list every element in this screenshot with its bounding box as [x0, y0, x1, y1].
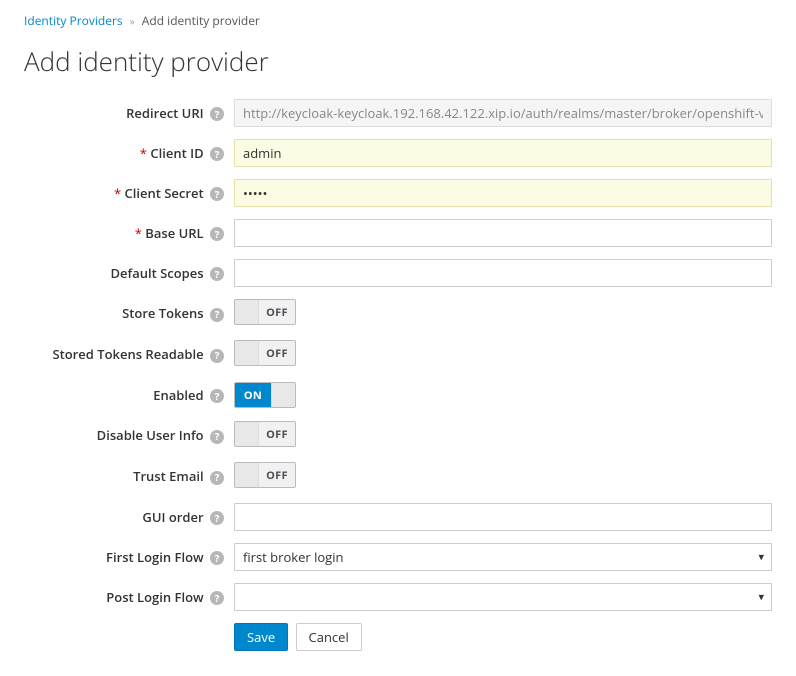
- help-icon[interactable]: ?: [210, 308, 224, 322]
- base-url-label: * Base URL ?: [24, 225, 234, 242]
- client-id-label: * Client ID ?: [24, 145, 234, 162]
- toggle-handle: [235, 300, 259, 324]
- client-secret-label: * Client Secret ?: [24, 185, 234, 202]
- trust-email-label: Trust Email ?: [24, 468, 234, 485]
- help-icon[interactable]: ?: [210, 511, 224, 525]
- save-button[interactable]: Save: [234, 623, 288, 651]
- help-icon[interactable]: ?: [210, 187, 224, 201]
- identity-provider-form: Redirect URI ? * Client ID ? * Client Se…: [24, 99, 772, 651]
- toggle-label: OFF: [259, 422, 295, 446]
- page-title: Add identity provider: [24, 43, 772, 79]
- base-url-field[interactable]: [234, 219, 772, 247]
- redirect-uri-label: Redirect URI ?: [24, 105, 234, 122]
- gui-order-field[interactable]: [234, 503, 772, 531]
- enabled-label: Enabled ?: [24, 387, 234, 404]
- breadcrumb-current: Add identity provider: [142, 12, 260, 29]
- toggle-label: OFF: [259, 463, 295, 487]
- help-icon[interactable]: ?: [210, 267, 224, 281]
- chevron-right-icon: »: [126, 14, 139, 28]
- toggle-label: OFF: [259, 300, 295, 324]
- help-icon[interactable]: ?: [210, 147, 224, 161]
- toggle-handle: [235, 422, 259, 446]
- help-icon[interactable]: ?: [210, 471, 224, 485]
- help-icon[interactable]: ?: [210, 227, 224, 241]
- toggle-handle: [235, 341, 259, 365]
- breadcrumb-parent-link[interactable]: Identity Providers: [24, 12, 123, 29]
- help-icon[interactable]: ?: [210, 389, 224, 403]
- store-tokens-toggle[interactable]: OFF: [234, 299, 296, 325]
- cancel-button[interactable]: Cancel: [296, 623, 362, 651]
- help-icon[interactable]: ?: [210, 349, 224, 363]
- client-secret-field[interactable]: [234, 179, 772, 207]
- toggle-label: OFF: [259, 341, 295, 365]
- form-actions: Save Cancel: [234, 623, 772, 651]
- post-login-flow-label: Post Login Flow ?: [24, 589, 234, 606]
- default-scopes-label: Default Scopes ?: [24, 265, 234, 282]
- redirect-uri-field: [234, 99, 772, 127]
- first-login-flow-select[interactable]: first broker login: [234, 543, 772, 571]
- default-scopes-field[interactable]: [234, 259, 772, 287]
- toggle-handle: [235, 463, 259, 487]
- first-login-flow-label: First Login Flow ?: [24, 549, 234, 566]
- disable-user-info-toggle[interactable]: OFF: [234, 421, 296, 447]
- help-icon[interactable]: ?: [210, 430, 224, 444]
- gui-order-label: GUI order ?: [24, 509, 234, 526]
- help-icon[interactable]: ?: [210, 551, 224, 565]
- toggle-handle: [271, 383, 295, 407]
- help-icon[interactable]: ?: [210, 107, 224, 121]
- client-id-field[interactable]: [234, 139, 772, 167]
- help-icon[interactable]: ?: [210, 591, 224, 605]
- stored-tokens-readable-label: Stored Tokens Readable ?: [24, 346, 234, 363]
- disable-user-info-label: Disable User Info ?: [24, 427, 234, 444]
- post-login-flow-select[interactable]: [234, 583, 772, 611]
- trust-email-toggle[interactable]: OFF: [234, 462, 296, 488]
- toggle-label: ON: [235, 383, 271, 407]
- enabled-toggle[interactable]: ON: [234, 382, 296, 408]
- breadcrumb: Identity Providers » Add identity provid…: [24, 12, 772, 29]
- store-tokens-label: Store Tokens ?: [24, 305, 234, 322]
- stored-tokens-readable-toggle[interactable]: OFF: [234, 340, 296, 366]
